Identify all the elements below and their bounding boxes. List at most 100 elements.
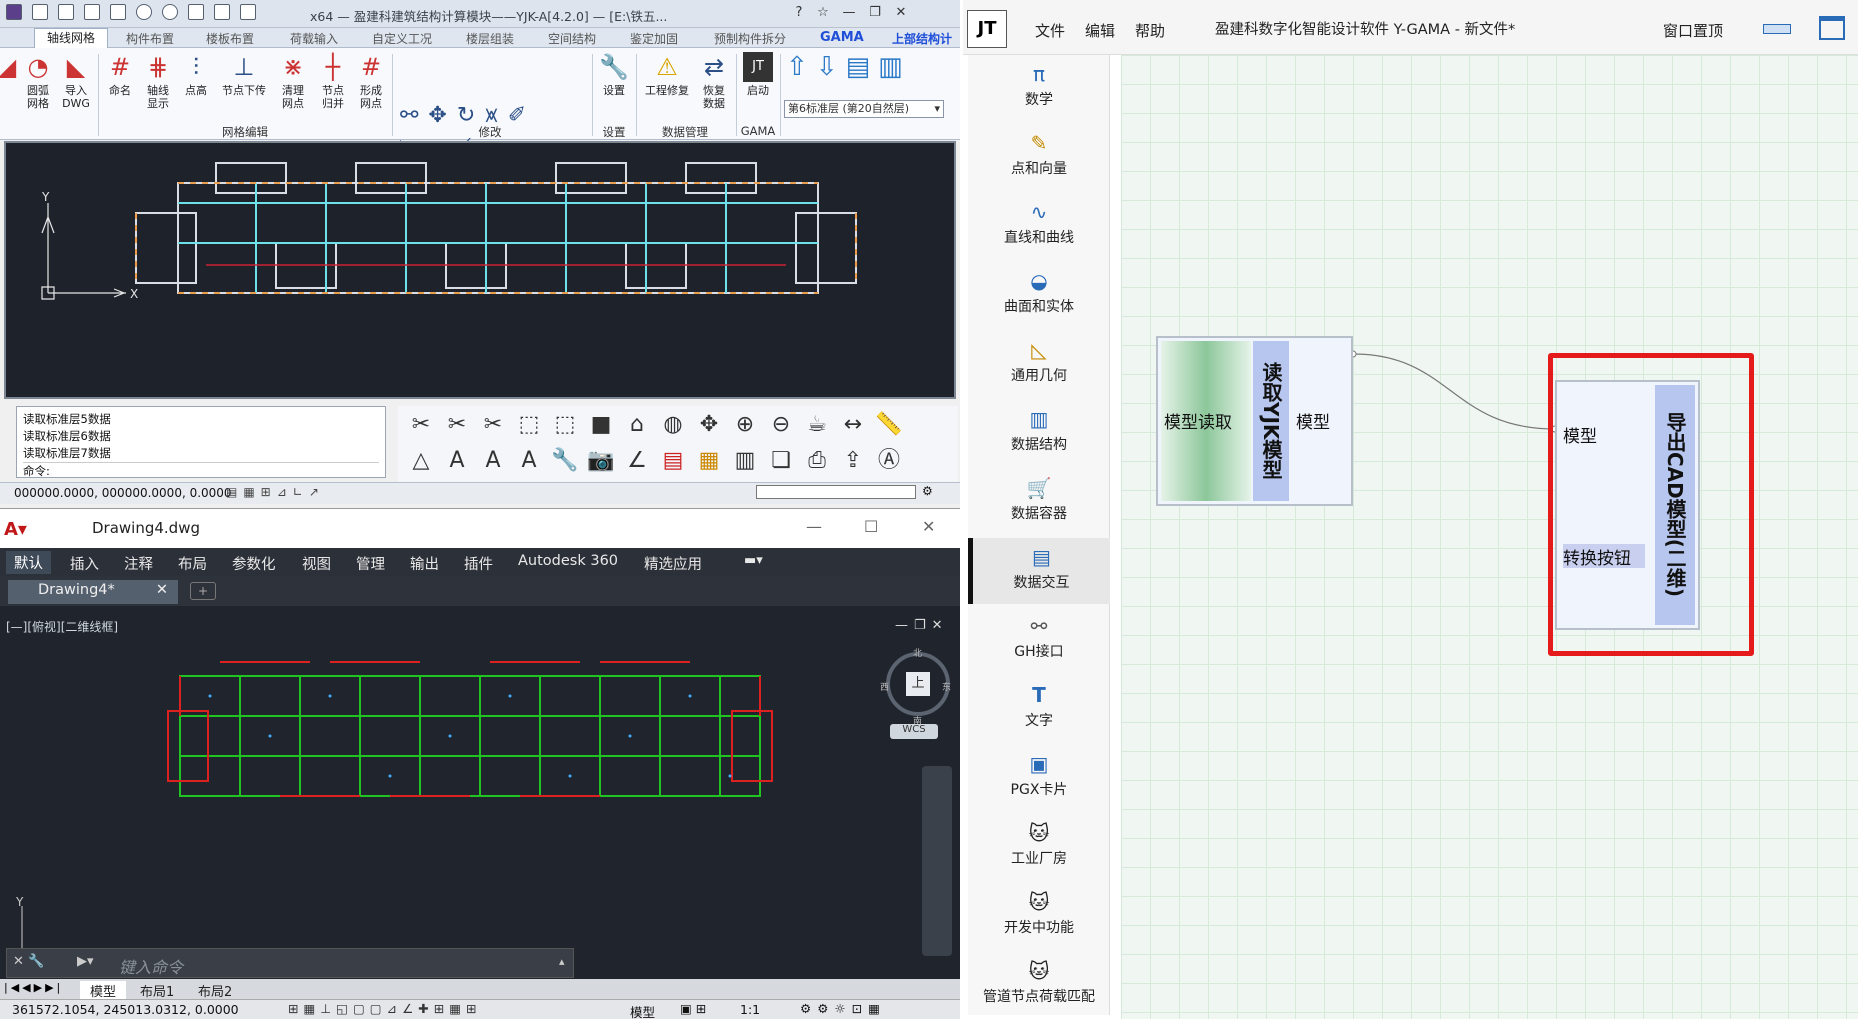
tool-import-dwg[interactable]: ◣ 导入 DWG bbox=[56, 52, 96, 110]
tool-restore-data[interactable]: ⇄ 恢复 数据 bbox=[696, 52, 732, 110]
tab-layout1[interactable]: 布局1 bbox=[140, 981, 174, 1000]
tool-arc-grid[interactable]: ◔ 圆弧 网格 bbox=[18, 52, 58, 110]
tool-palette-icon[interactable]: ✂ bbox=[478, 410, 508, 440]
tab-manage[interactable]: 管理 bbox=[356, 553, 385, 574]
tab-slab-layout[interactable]: 楼板布置 bbox=[206, 30, 254, 47]
node-export-cad-model[interactable]: 模型 转换按钮 导出CAD模型(二维) bbox=[1555, 380, 1700, 630]
close-tab-icon[interactable]: ✕ bbox=[156, 582, 168, 598]
tool-project-repair[interactable]: ⚠ 工程修复 bbox=[640, 52, 694, 97]
cmd-history-icon[interactable]: ▴ bbox=[559, 955, 565, 968]
view-toggles[interactable]: ▣⊞ bbox=[680, 1001, 710, 1016]
tab-floor-assembly[interactable]: 楼层组装 bbox=[466, 30, 514, 47]
save-icon[interactable] bbox=[84, 4, 100, 20]
angle-icon[interactable]: ∠ bbox=[622, 446, 652, 476]
tab-nav-arrows[interactable]: |◀◀▶▶| bbox=[4, 981, 63, 994]
export-icon[interactable]: ⇪ bbox=[838, 446, 868, 476]
building-icon[interactable]: ▥ bbox=[730, 446, 760, 476]
measure-icon[interactable]: ↔ bbox=[838, 410, 868, 440]
tab-annotate[interactable]: 注释 bbox=[124, 553, 153, 574]
tool-gama-start[interactable]: JT 启动 bbox=[740, 52, 776, 97]
minimize-icon[interactable]: — bbox=[806, 517, 822, 536]
tab-insert[interactable]: 插入 bbox=[70, 553, 99, 574]
print-icon[interactable]: ⎙ bbox=[802, 446, 832, 476]
node-output-model[interactable]: 模型 bbox=[1296, 408, 1330, 433]
doc-tab-drawing4[interactable]: Drawing4* ✕ bbox=[8, 580, 178, 604]
tab-layout2[interactable]: 布局2 bbox=[198, 981, 232, 1000]
cube-icon[interactable]: ⬚ bbox=[550, 410, 580, 440]
tool-palette-icon[interactable]: ✂ bbox=[406, 410, 436, 440]
tab-upper-structure[interactable]: 上部结构计 bbox=[892, 30, 952, 47]
tab-axis-grid[interactable]: 轴线网格 bbox=[34, 28, 109, 49]
ruler-icon[interactable]: 📏 bbox=[874, 410, 904, 440]
undo-icon[interactable] bbox=[136, 4, 152, 20]
cmd-input[interactable]: 键入命令 bbox=[119, 954, 183, 978]
wcs-menu[interactable]: WCS bbox=[890, 724, 938, 739]
sidebar-item-line-curve[interactable]: ∿ 直线和曲线 bbox=[968, 193, 1110, 259]
zoom-icon[interactable]: ⊖ bbox=[766, 410, 796, 440]
cube-icon[interactable]: ■ bbox=[586, 410, 616, 440]
sidebar-item-data-container[interactable]: 🛒 数据容器 bbox=[968, 469, 1110, 535]
open-file-icon[interactable] bbox=[58, 4, 74, 20]
snap-toggles[interactable]: ▤▦⊞⊿∟↗ bbox=[226, 485, 325, 499]
floor-nav-icons[interactable]: ⇧⇩▤▥ bbox=[786, 52, 911, 82]
new-tab-icon[interactable]: + bbox=[190, 582, 216, 600]
settings-icon[interactable]: ⚙ bbox=[922, 484, 933, 498]
tab-featured-apps[interactable]: 精选应用 bbox=[644, 553, 702, 574]
help-icon[interactable]: ? bbox=[790, 4, 808, 22]
text-icon[interactable]: A bbox=[478, 446, 508, 476]
pdf-icon[interactable]: ▤ bbox=[658, 446, 688, 476]
tool-settings[interactable]: 🔧 设置 bbox=[596, 52, 632, 97]
sidebar-item-gh-interface[interactable]: ⚯ GH接口 bbox=[968, 607, 1110, 673]
tool-clean-grid[interactable]: ⋇ 清理 网点 bbox=[274, 52, 312, 110]
viewport-label[interactable]: [—][俯视][二维线框] bbox=[6, 618, 118, 635]
minimize-icon[interactable]: — bbox=[840, 4, 858, 22]
viewcube-top[interactable]: 上 bbox=[906, 672, 930, 696]
tool-axis-display[interactable]: ⋕ 轴线 显示 bbox=[140, 52, 176, 110]
export-icon[interactable] bbox=[214, 4, 230, 20]
node-input-convert-button[interactable]: 转换按钮 bbox=[1563, 544, 1645, 569]
tool-form-grid[interactable]: # 形成 网点 bbox=[352, 52, 390, 110]
workspace-icons[interactable]: ⚙⚙☼⊡▦ bbox=[800, 1001, 886, 1016]
sidebar-item-general-geometry[interactable]: ◺ 通用几何 bbox=[968, 331, 1110, 397]
sidebar-item-point-vector[interactable]: ✎ 点和向量 bbox=[968, 124, 1110, 190]
command-prompt[interactable]: 命令: bbox=[23, 462, 379, 480]
sidebar-item-math[interactable]: π 数学 bbox=[968, 55, 1110, 121]
node-canvas[interactable]: 模型读取 读取YJK模型 模型 模型 转换按钮 导出CAD模型(二维) bbox=[1121, 55, 1858, 1019]
tab-custom-case[interactable]: 自定义工况 bbox=[372, 30, 432, 47]
tool-palette-icon[interactable]: ✂ bbox=[442, 410, 472, 440]
save-as-icon[interactable] bbox=[110, 4, 126, 20]
menu-edit[interactable]: 编辑 bbox=[1085, 20, 1115, 41]
yjk-model-viewport[interactable]: Y X bbox=[4, 141, 956, 399]
close-icon[interactable]: ✕ bbox=[892, 4, 910, 22]
tab-plugins[interactable]: 插件 bbox=[464, 553, 493, 574]
tool-node-down[interactable]: ⊥ 节点下传 bbox=[218, 52, 270, 97]
close-icon[interactable]: ✕ bbox=[922, 517, 935, 536]
window-pin-button[interactable]: 窗口置顶 bbox=[1663, 20, 1723, 41]
cmd-prompt-icon[interactable]: ▶▾ bbox=[77, 954, 94, 969]
tab-model[interactable]: 模型 bbox=[80, 981, 127, 1000]
triangle-icon[interactable]: △ bbox=[406, 446, 436, 476]
autocad-logo-icon[interactable]: A▾ bbox=[4, 519, 38, 540]
tab-gama[interactable]: GAMA bbox=[820, 30, 864, 45]
wrench-icon[interactable]: 🔧 bbox=[550, 446, 580, 476]
tab-prefab-split[interactable]: 预制构件拆分 bbox=[714, 30, 786, 47]
cube-icon[interactable]: ⬚ bbox=[514, 410, 544, 440]
menu-help[interactable]: 帮助 bbox=[1135, 20, 1165, 41]
copy-icon[interactable]: ❏ bbox=[766, 446, 796, 476]
tool-partial[interactable]: ◢ bbox=[0, 52, 16, 84]
close-cmd-icon[interactable]: ✕ 🔧 bbox=[13, 954, 44, 969]
new-file-icon[interactable] bbox=[32, 4, 48, 20]
restore-icon[interactable]: ❐ bbox=[866, 4, 884, 22]
tab-space-structure[interactable]: 空间结构 bbox=[548, 30, 596, 47]
sidebar-item-surface-solid[interactable]: ◒ 曲面和实体 bbox=[968, 262, 1110, 328]
font-icon[interactable]: A bbox=[514, 446, 544, 476]
tool-point-height[interactable]: ⫶ 点高 bbox=[178, 52, 214, 97]
scale-slider[interactable] bbox=[756, 485, 916, 499]
viewport-controls[interactable]: —❐✕ bbox=[895, 618, 949, 633]
tab-output[interactable]: 输出 bbox=[410, 553, 439, 574]
annotation-scale[interactable]: 1:1 bbox=[740, 1002, 760, 1017]
sidebar-item-text[interactable]: T 文字 bbox=[968, 676, 1110, 742]
camera-icon[interactable]: 📷 bbox=[586, 446, 616, 476]
teapot-icon[interactable]: ☕ bbox=[802, 410, 832, 440]
tab-parametric[interactable]: 参数化 bbox=[232, 553, 276, 574]
